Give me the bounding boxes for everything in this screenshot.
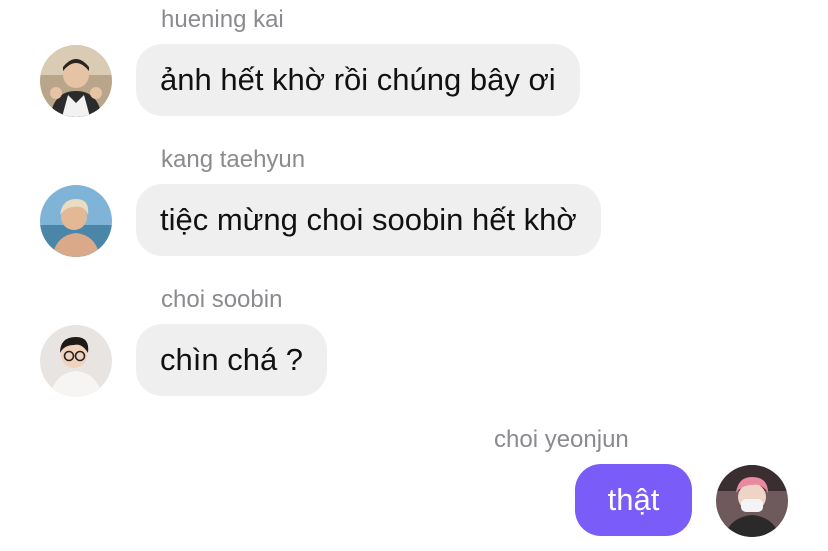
message-bubble[interactable]: chìn chá ? [136,324,328,396]
avatar-photo-icon [716,465,788,537]
message-bubble-outgoing[interactable]: thật [575,464,692,536]
message-bubble[interactable]: ảnh hết khờ rồi chúng bây ơi [136,44,580,116]
chat-thread: { "colors": { "incoming_bubble": "#efefe… [0,0,828,551]
avatar[interactable] [40,45,112,117]
message-text: ảnh hết khờ rồi chúng bây ơi [160,62,556,97]
avatar-photo-icon [40,325,112,397]
sender-name: choi yeonjun [494,426,629,453]
message-text: tiệc mừng choi soobin hết khờ [160,202,577,237]
avatar[interactable] [40,185,112,257]
sender-name: choi soobin [161,286,283,313]
avatar[interactable] [40,325,112,397]
message-text: thật [607,482,660,517]
avatar-photo-icon [40,45,112,117]
avatar[interactable] [716,465,788,537]
avatar-photo-icon [40,185,112,257]
message-text: chìn chá ? [160,342,304,377]
message-bubble[interactable]: tiệc mừng choi soobin hết khờ [136,184,601,256]
sender-name: kang taehyun [161,146,306,173]
sender-name: huening kai [161,6,284,33]
